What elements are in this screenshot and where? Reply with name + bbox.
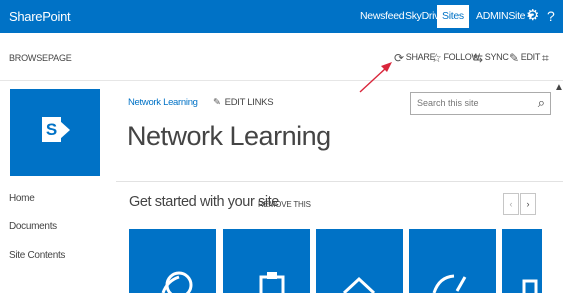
- get-started-title: Get started with your site: [129, 194, 279, 210]
- nav-home[interactable]: Home: [9, 193, 35, 204]
- ribbon: BROWSE PAGE ⟳ SHARE ☆ FOLLOW ⇆ SYNC ✎ EDIT ⌗: [0, 33, 563, 81]
- search-input[interactable]: [415, 97, 529, 109]
- fullscreen-icon[interactable]: ⌗: [542, 51, 549, 66]
- sync-label: SYNC: [484, 52, 509, 62]
- help-icon[interactable]: ?: [547, 8, 555, 24]
- pencil-icon: ✎: [213, 97, 221, 108]
- nav-site-contents[interactable]: Site Contents: [9, 250, 65, 261]
- page-title: Network Learning: [127, 121, 331, 151]
- user-menu[interactable]: ADMINSite ▾: [476, 10, 533, 22]
- logo-arrow-shape: [60, 121, 70, 139]
- sync-icon: ⇆: [473, 51, 483, 65]
- pencil-icon: ✎: [509, 51, 519, 65]
- tab-browse[interactable]: BROWSE: [9, 53, 48, 63]
- site-logo[interactable]: S: [10, 89, 100, 176]
- nav-sites[interactable]: Sites: [437, 5, 469, 28]
- suite-bar: SharePoint Newsfeed SkyDrive Sites ADMIN…: [0, 0, 563, 33]
- share-icon: ⟳: [394, 51, 404, 65]
- house-icon: [342, 276, 376, 293]
- remove-this-link[interactable]: REMOVE THIS: [258, 200, 311, 209]
- edit-links-label: EDIT LINKS: [224, 97, 274, 108]
- edit-button[interactable]: ✎ EDIT: [509, 51, 540, 65]
- tile-more[interactable]: [502, 229, 542, 293]
- edit-links-button[interactable]: ✎ EDIT LINKS: [213, 97, 274, 108]
- tile-working-deadline[interactable]: [223, 229, 310, 293]
- tile-change-look[interactable]: [409, 229, 496, 293]
- document-icon: [522, 279, 538, 293]
- prev-tile-button[interactable]: ‹: [503, 193, 519, 215]
- next-tile-button[interactable]: ›: [520, 193, 536, 215]
- nav-newsfeed[interactable]: Newsfeed: [360, 10, 405, 22]
- star-icon: ☆: [431, 51, 442, 65]
- clipboard-icon: [259, 272, 285, 293]
- search-icon[interactable]: ⌕: [538, 95, 545, 111]
- share-button[interactable]: ⟳ SHARE: [394, 51, 436, 65]
- divider: [116, 181, 563, 182]
- scrollbar-up-arrow[interactable]: ▲: [554, 82, 563, 93]
- brand-label[interactable]: SharePoint: [9, 9, 71, 24]
- search-box: ⌕: [410, 92, 551, 115]
- logo-letter: S: [42, 117, 61, 142]
- sync-button[interactable]: ⇆ SYNC: [473, 51, 509, 65]
- edit-label: EDIT: [520, 52, 541, 62]
- share-site-icon: [161, 271, 193, 293]
- tile-share-site[interactable]: [129, 229, 216, 293]
- breadcrumb-link[interactable]: Network Learning: [128, 97, 198, 108]
- nav-documents[interactable]: Documents: [9, 221, 57, 232]
- tab-page[interactable]: PAGE: [48, 53, 72, 63]
- gear-icon[interactable]: ⚙: [526, 6, 539, 24]
- tile-add-lists[interactable]: [316, 229, 403, 293]
- paint-palette-icon: [432, 274, 467, 293]
